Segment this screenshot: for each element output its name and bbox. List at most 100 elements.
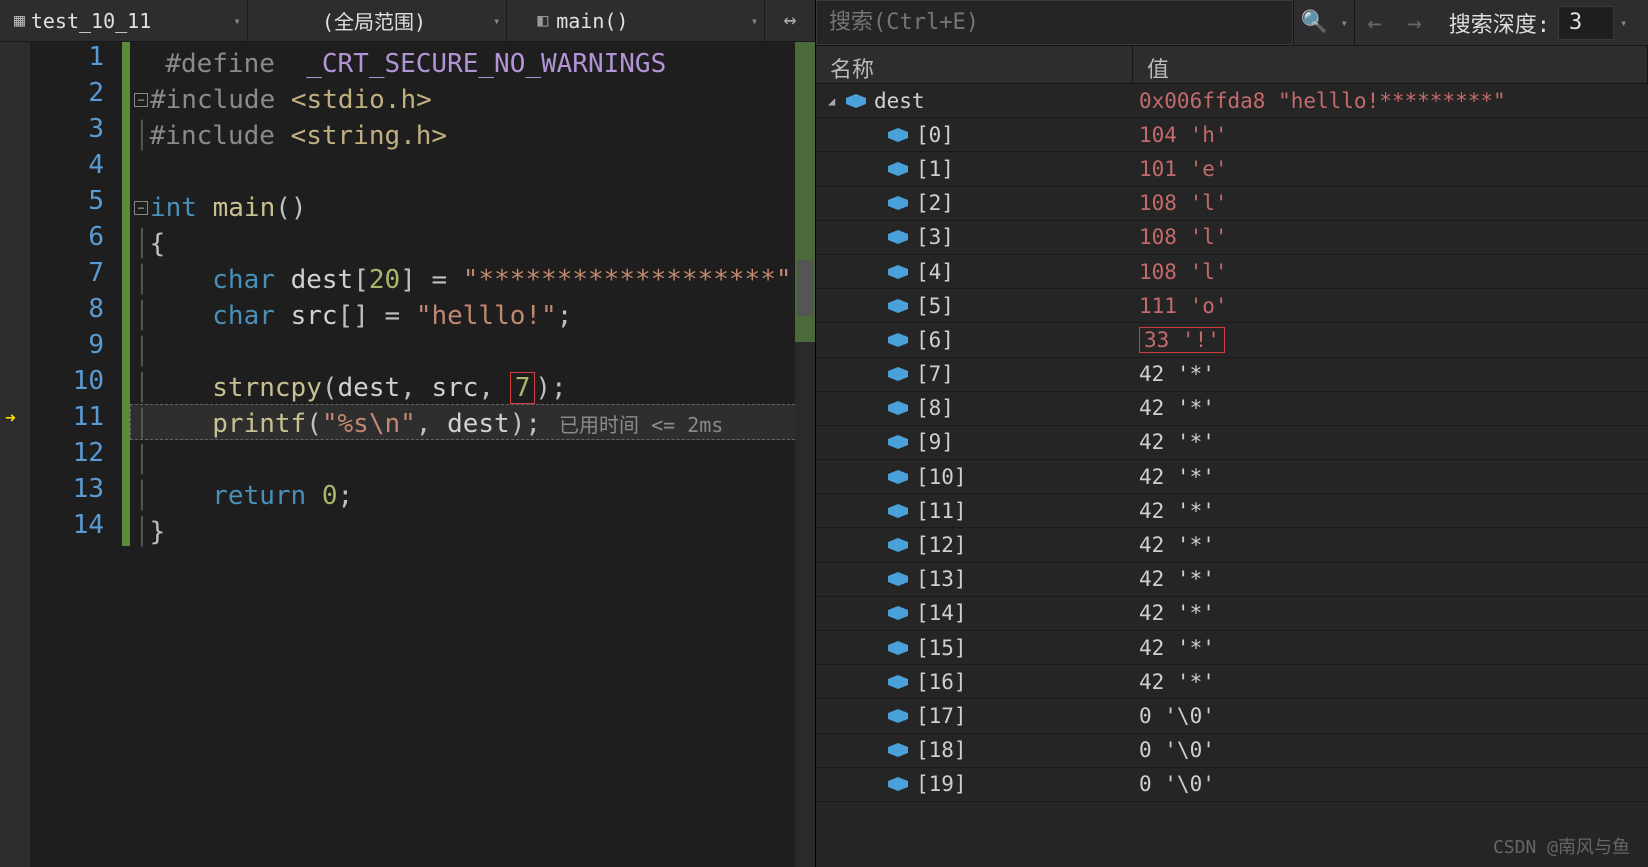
watch-item-row[interactable]: [18] 0 '\0' bbox=[816, 734, 1648, 768]
var-value: 0 '\0' bbox=[1133, 772, 1648, 796]
variable-icon bbox=[888, 435, 908, 449]
vertical-scrollbar[interactable] bbox=[795, 42, 815, 867]
watch-item-row[interactable]: [10] 42 '*' bbox=[816, 460, 1648, 494]
column-value[interactable]: 值 bbox=[1133, 46, 1648, 83]
watch-item-row[interactable]: [14]42 '*' bbox=[816, 597, 1648, 631]
var-value: 42 '*' bbox=[1133, 465, 1648, 489]
watch-item-row[interactable]: [0] 104 'h' bbox=[816, 118, 1648, 152]
watch-item-row[interactable]: [2] 108 'l' bbox=[816, 187, 1648, 221]
variable-icon bbox=[888, 265, 908, 279]
watch-item-row[interactable]: [12] 42 '*' bbox=[816, 528, 1648, 562]
scope-label: (全局范围) bbox=[322, 6, 426, 35]
var-name: [17] bbox=[916, 704, 967, 728]
var-value: 104 'h' bbox=[1133, 123, 1648, 147]
expand-toggle-icon[interactable]: ◢ bbox=[828, 94, 842, 108]
var-name: [1] bbox=[916, 157, 954, 181]
tok-preproc: #include bbox=[150, 85, 275, 115]
watch-item-row[interactable]: [3]108 'l' bbox=[816, 221, 1648, 255]
variable-icon bbox=[888, 367, 908, 381]
nav-forward-button[interactable]: → bbox=[1395, 0, 1435, 45]
tok-header: <stdio.h> bbox=[291, 85, 432, 115]
scope-dropdown[interactable]: (全局范围) ▾ bbox=[248, 0, 508, 42]
watch-item-row[interactable]: [8]42 '*' bbox=[816, 392, 1648, 426]
var-value: 42 '*' bbox=[1133, 430, 1648, 454]
watch-item-row[interactable]: [6]33 '!' bbox=[816, 323, 1648, 357]
app-root: ▦ test_10_11 ▾ (全局范围) ▾ ◧ main() ▾ ↔ ➜ 1… bbox=[0, 0, 1648, 867]
var-name: [19] bbox=[916, 772, 967, 796]
var-name: [13] bbox=[916, 567, 967, 591]
line-number: 12 bbox=[30, 438, 104, 474]
search-button[interactable]: 🔍 bbox=[1293, 0, 1335, 45]
variable-icon bbox=[888, 572, 908, 586]
line-number: 13 bbox=[30, 474, 104, 510]
watch-table-header: 名称 值 bbox=[816, 46, 1648, 84]
editor-pane: ▦ test_10_11 ▾ (全局范围) ▾ ◧ main() ▾ ↔ ➜ 1… bbox=[0, 0, 816, 867]
var-value: 42 '*' bbox=[1133, 670, 1648, 694]
watch-item-row[interactable]: [19] 0 '\0' bbox=[816, 768, 1648, 802]
tok-string: "helllo!" bbox=[416, 301, 557, 331]
search-dropdown[interactable]: ▾ bbox=[1335, 0, 1355, 45]
column-name[interactable]: 名称 bbox=[816, 46, 1133, 83]
watch-item-row[interactable]: [16]42 '*' bbox=[816, 665, 1648, 699]
tok-preproc: #include bbox=[150, 121, 275, 151]
tok-keyword: char bbox=[212, 301, 275, 331]
var-value: 0 '\0' bbox=[1133, 704, 1648, 728]
var-name: [18] bbox=[916, 738, 967, 762]
var-name: [10] bbox=[916, 465, 967, 489]
var-name: [8] bbox=[916, 396, 954, 420]
search-input[interactable] bbox=[829, 10, 1280, 35]
watch-item-row[interactable]: [1]101 'e' bbox=[816, 152, 1648, 186]
code-area[interactable]: #define _CRT_SECURE_NO_WARNINGS −#includ… bbox=[130, 42, 815, 867]
editor-topbar: ▦ test_10_11 ▾ (全局范围) ▾ ◧ main() ▾ ↔ bbox=[0, 0, 815, 42]
watch-item-row[interactable]: [4]108 'l' bbox=[816, 255, 1648, 289]
fold-toggle[interactable]: − bbox=[134, 201, 148, 215]
var-name: [0] bbox=[916, 123, 954, 147]
watch-item-row[interactable]: [17] 0 '\0' bbox=[816, 699, 1648, 733]
variable-icon bbox=[888, 777, 908, 791]
watch-item-row[interactable]: [5]111 'o' bbox=[816, 289, 1648, 323]
var-value: 108 'l' bbox=[1133, 191, 1648, 215]
line-number: 14 bbox=[30, 510, 104, 546]
watch-item-row[interactable]: [7]42 '*' bbox=[816, 358, 1648, 392]
cube-icon: ◧ bbox=[537, 10, 548, 31]
arrow-right-icon: → bbox=[1408, 9, 1422, 37]
var-name: [12] bbox=[916, 533, 967, 557]
fold-toggle[interactable]: − bbox=[134, 93, 148, 107]
var-value: 42 '*' bbox=[1133, 533, 1648, 557]
split-button[interactable]: ↔ bbox=[765, 8, 815, 33]
function-dropdown[interactable]: ◧ main() ▾ bbox=[507, 0, 765, 42]
var-name: [2] bbox=[916, 191, 954, 215]
variable-icon bbox=[888, 743, 908, 757]
var-value: 0 '\0' bbox=[1133, 738, 1648, 762]
var-name: [4] bbox=[916, 260, 954, 284]
variable-icon bbox=[888, 162, 908, 176]
arrow-left-icon: ← bbox=[1368, 9, 1382, 37]
variable-icon bbox=[888, 470, 908, 484]
watch-item-row[interactable]: [15]42 '*' bbox=[816, 631, 1648, 665]
variable-icon bbox=[888, 230, 908, 244]
watch-item-row[interactable]: [13]42 '*' bbox=[816, 563, 1648, 597]
var-value: 33 '!' bbox=[1133, 328, 1648, 352]
depth-dropdown[interactable]: ▾ bbox=[1620, 16, 1638, 30]
tok-string: "*******************" bbox=[463, 265, 792, 295]
line-number: 7 bbox=[30, 258, 104, 294]
watch-item-row[interactable]: [11]42 '*' bbox=[816, 494, 1648, 528]
tok-ident: dest bbox=[291, 265, 354, 295]
var-name: [15] bbox=[916, 636, 967, 660]
file-dropdown[interactable]: ▦ test_10_11 ▾ bbox=[0, 0, 248, 42]
var-name: [3] bbox=[916, 225, 954, 249]
file-name: test_10_11 bbox=[31, 9, 151, 33]
depth-label: 搜索深度: bbox=[1435, 7, 1558, 39]
change-indicator bbox=[122, 42, 130, 867]
chevron-down-icon: ▾ bbox=[493, 14, 500, 28]
watch-item-row[interactable]: [9]42 '*' bbox=[816, 426, 1648, 460]
tok-preproc: #define bbox=[165, 49, 275, 79]
variable-icon bbox=[888, 606, 908, 620]
nav-back-button[interactable]: ← bbox=[1355, 0, 1395, 45]
breakpoint-gutter[interactable]: ➜ bbox=[0, 42, 30, 867]
watch-root-row[interactable]: ◢ dest 0x006ffda8 "helllo!*********" bbox=[816, 84, 1648, 118]
line-number-gutter: 1 2 3 4 5 6 7 8 9 10 11 12 13 14 bbox=[30, 42, 122, 867]
tok-keyword: return bbox=[212, 481, 306, 511]
search-input-wrapper[interactable] bbox=[816, 0, 1293, 45]
depth-input[interactable]: 3 bbox=[1558, 6, 1614, 40]
